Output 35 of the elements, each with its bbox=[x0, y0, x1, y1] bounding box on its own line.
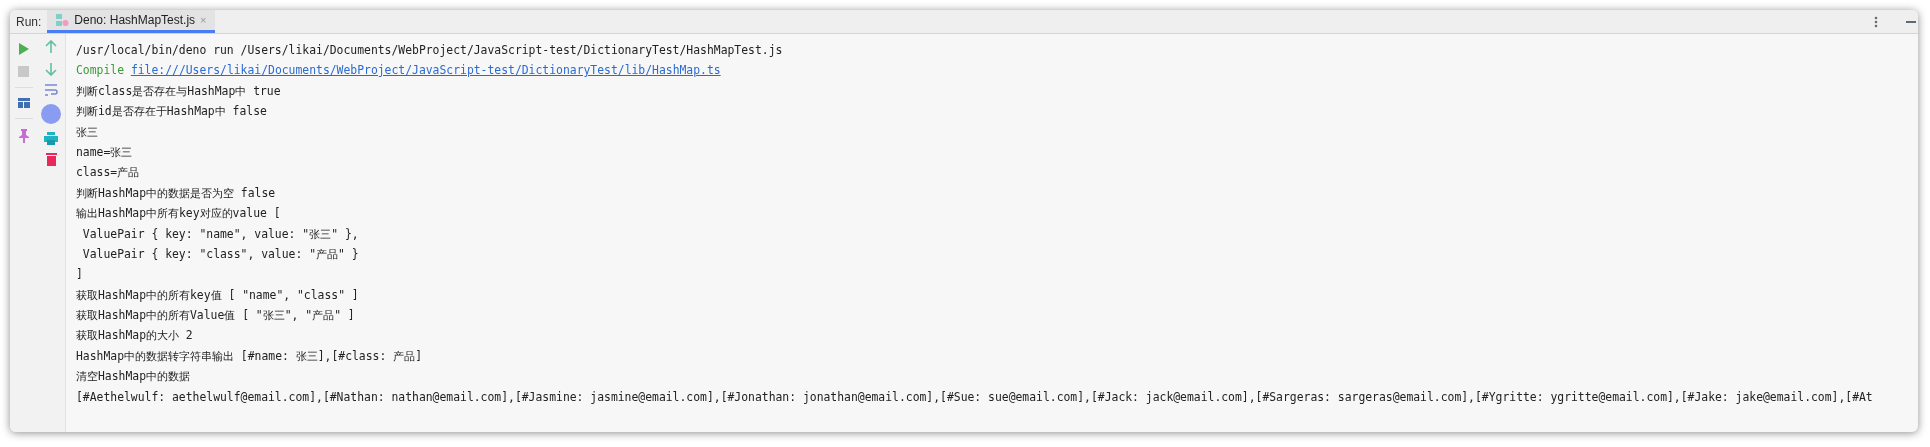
console-line: ValuePair { key: "class", value: "产品" } bbox=[81, 246, 359, 261]
run-tab[interactable]: Deno: HashMapTest.js × bbox=[47, 10, 215, 33]
console-line: class=产品 bbox=[76, 165, 140, 180]
down-arrow-icon[interactable] bbox=[45, 62, 58, 76]
file-link[interactable]: file:///Users/likai/Documents/WebProject/JavaScript-test/DictionaryTest/lib/HashMap.ts bbox=[130, 63, 721, 78]
compile-label: Compile bbox=[76, 63, 124, 78]
console-line: 判断id是否存在于HashMap中 false bbox=[76, 104, 267, 119]
console-line: name=张三 bbox=[76, 144, 133, 159]
console-line: ] bbox=[76, 267, 83, 282]
console-line: /usr/local/bin/deno run /Users/likai/Documents/WebProject/JavaScript-test/DictionaryTest/HashMapTest.js bbox=[76, 43, 783, 57]
file-icon bbox=[55, 13, 70, 27]
tab-label: Deno: HashMapTest.js bbox=[74, 12, 196, 29]
console-line: 判断class是否存在与HashMap中 true bbox=[76, 83, 281, 98]
trash-icon[interactable] bbox=[45, 153, 57, 166]
console-line: HashMap中的数据转字符串输出 [#name: 张三],[#class: 产品] bbox=[76, 348, 423, 363]
console-line: 清空HashMap中的数据 bbox=[76, 369, 190, 384]
scroll-to-end-icon[interactable] bbox=[41, 104, 62, 124]
run-icon[interactable] bbox=[17, 42, 30, 56]
soft-wrap-icon[interactable] bbox=[44, 84, 59, 96]
console-line: [#Aethelwulf: aethelwulf@email.com],[#Nathan: nathan@email.com],[#Jasmine: jasmine@email.com],[#Jonathan: jonathan@email.com],[#Sue: sue@email.com],[#Jack: jack@email.com],[#Sargeras: sargeras@email.com],[#Ygritte: ygritte@email.com],[#Jake: jake@email.com],[#At bbox=[76, 389, 1873, 404]
up-arrow-icon[interactable] bbox=[45, 40, 58, 54]
console-line: 张三 bbox=[76, 124, 98, 139]
print-icon[interactable] bbox=[44, 132, 59, 145]
console-line: 判断HashMap中的数据是否为空 false bbox=[76, 185, 276, 200]
pin-icon[interactable] bbox=[18, 129, 29, 143]
console-line: 获取HashMap中的所有key值 [ "name", "class" ] bbox=[76, 287, 359, 302]
console-line: 获取HashMap中的所有Value值 [ "张三", "产品" ] bbox=[76, 308, 355, 323]
stop-icon[interactable] bbox=[18, 66, 30, 77]
more-options-icon[interactable] bbox=[1874, 15, 1878, 28]
console-line: 获取HashMap的大小 2 bbox=[76, 328, 193, 343]
minimize-icon[interactable] bbox=[1906, 19, 1916, 24]
console-line: ValuePair { key: "name", value: "张三" }, bbox=[81, 226, 359, 241]
console-line: 输出HashMap中所有key对应的value [ bbox=[76, 206, 281, 221]
run-label: Run: bbox=[15, 13, 43, 31]
layout-icon[interactable] bbox=[17, 98, 30, 108]
